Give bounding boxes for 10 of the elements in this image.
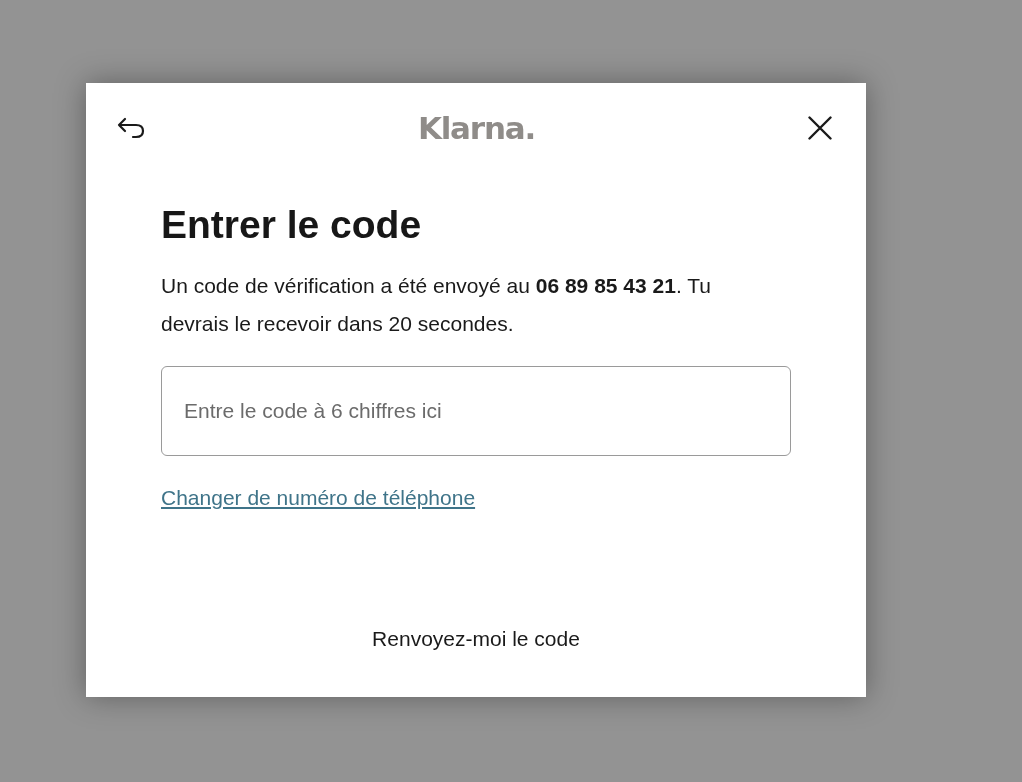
dialog-title: Entrer le code <box>161 203 423 247</box>
brand-logo: Klarna. <box>417 111 536 145</box>
close-button[interactable] <box>806 114 834 142</box>
back-button[interactable] <box>115 115 147 141</box>
change-number-link[interactable]: Changer de numéro de téléphone <box>161 486 476 510</box>
code-input-field[interactable]: Entre le code à 6 chiffres ici <box>161 366 791 456</box>
back-arrow-icon <box>117 117 145 139</box>
resend-code-button[interactable]: Renvoyez-moi le code <box>348 611 604 667</box>
verification-message: Un code de vérification a été envoyé au 06 89 85 43 21. Tu devrais le recevoir dans 20 secondes. <box>161 273 712 337</box>
close-icon <box>808 116 832 140</box>
